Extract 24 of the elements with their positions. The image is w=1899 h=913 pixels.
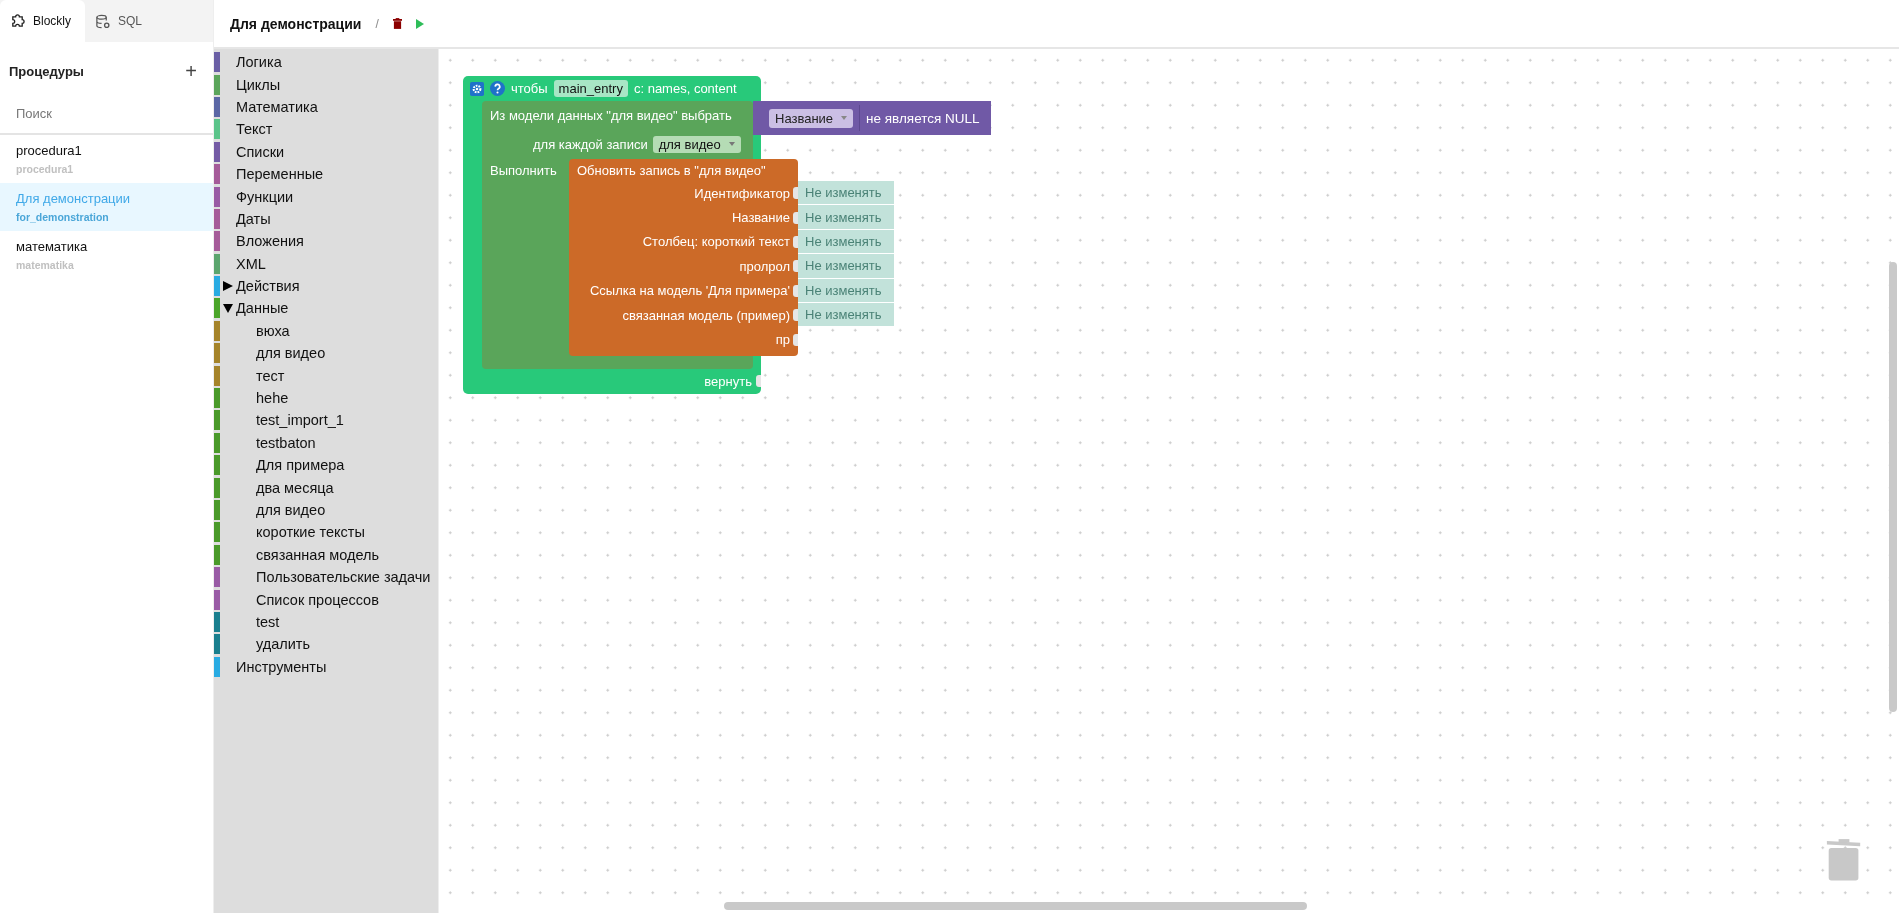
procedure-code: for_demonstration (16, 211, 110, 223)
field-label: связанная модель (пример) (622, 307, 790, 323)
block-label: Выполнить (489, 162, 558, 180)
procedure-code: matematika (16, 259, 75, 271)
field-label: пролрол (739, 258, 790, 274)
block-label: чтобы (511, 81, 548, 96)
block-label: Обновить запись в "для видео" (576, 161, 767, 180)
procedure-title: Для демонстрации (230, 15, 362, 32)
block-params: с: names, content (633, 81, 737, 96)
procedure-name: Для демонстрации (16, 191, 132, 206)
field-label: Идентификатор (694, 185, 790, 201)
block-label: вернуть (704, 373, 752, 389)
procedures-title: Процедуры (9, 63, 84, 79)
block-label: Из модели данных "для видео" выбрать (490, 107, 732, 123)
separator: / (375, 16, 379, 31)
field-label: Название (731, 210, 790, 226)
procedure-code: procedura1 (16, 163, 75, 175)
block-label: не является NULL (866, 110, 980, 126)
field-label: пр (775, 332, 790, 348)
procedure-name: procedura1 (16, 143, 83, 158)
procedure-name: математика (16, 239, 89, 254)
field-label: Ссылка на модель 'Для примера' (589, 283, 790, 299)
block-label: для каждой записи (533, 136, 648, 152)
field-label: Столбец: короткий текст (642, 234, 790, 250)
